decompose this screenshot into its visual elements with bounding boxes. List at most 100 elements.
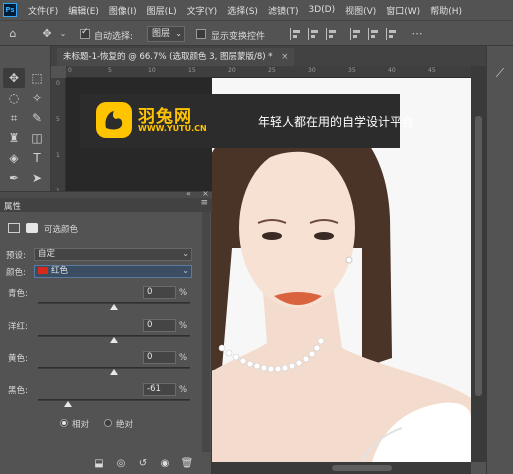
auto-select-checkbox[interactable] bbox=[80, 27, 90, 39]
menu-edit[interactable]: 编辑(E) bbox=[63, 4, 104, 17]
panel-scrollbar[interactable] bbox=[202, 212, 210, 452]
chevron-down-icon: ⌄ bbox=[175, 29, 182, 38]
ruler-tick: 45 bbox=[428, 67, 436, 74]
align-left-icon[interactable] bbox=[290, 28, 302, 40]
menu-filter[interactable]: 滤镜(T) bbox=[263, 4, 304, 17]
auto-select-label: 自动选择: bbox=[94, 32, 134, 42]
move-tool-icon[interactable]: ✥ bbox=[40, 27, 54, 41]
photoshop-logo[interactable]: Ps bbox=[3, 3, 17, 17]
menu-window[interactable]: 窗口(W) bbox=[381, 4, 425, 17]
relative-radio[interactable] bbox=[60, 419, 68, 427]
auto-select-dropdown[interactable]: 图层 ⌄ bbox=[147, 26, 185, 42]
cyan-unit: % bbox=[179, 288, 188, 298]
ruler-tick: 20 bbox=[228, 67, 236, 74]
scrollbar-thumb[interactable] bbox=[475, 116, 482, 396]
yellow-slider-handle[interactable] bbox=[110, 369, 118, 375]
align-right-icon[interactable] bbox=[326, 28, 338, 40]
view-previous-icon[interactable]: ◎ bbox=[114, 457, 128, 471]
reset-icon[interactable]: ↺ bbox=[136, 457, 150, 471]
align-top-icon[interactable] bbox=[350, 28, 362, 40]
trash-icon[interactable]: 🗑 bbox=[180, 457, 194, 471]
type-tool-icon[interactable]: T bbox=[26, 148, 48, 168]
absolute-radio[interactable] bbox=[104, 419, 112, 427]
panel-title: 属性 bbox=[4, 202, 22, 212]
bucket-tool-icon[interactable]: ◈ bbox=[3, 148, 25, 168]
marquee-tool-icon[interactable]: ⬚ bbox=[26, 68, 48, 88]
move-tool-icon[interactable]: ✥ bbox=[3, 68, 25, 88]
pen-tool-icon[interactable]: ✒ bbox=[3, 168, 25, 188]
menu-view[interactable]: 视图(V) bbox=[340, 4, 381, 17]
ruler-tick: 5 bbox=[56, 116, 60, 123]
panel-header: 属性 ≡ bbox=[0, 198, 212, 212]
preset-value: 自定 bbox=[38, 249, 56, 259]
magic-wand-icon[interactable]: ✧ bbox=[26, 88, 48, 108]
ruler-tick: 30 bbox=[308, 67, 316, 74]
menu-3d[interactable]: 3D(D) bbox=[303, 5, 340, 15]
document-tab-title: 未标题-1-恢复的 @ 66.7% (选取颜色 3, 图层蒙版/8) * bbox=[63, 52, 273, 62]
menu-type[interactable]: 文字(Y) bbox=[182, 4, 223, 17]
brush-tool-icon[interactable]: ✎ bbox=[26, 108, 48, 128]
ruler-tick: 15 bbox=[188, 67, 196, 74]
ruler-tick: 35 bbox=[348, 67, 356, 74]
menu-select[interactable]: 选择(S) bbox=[222, 4, 263, 17]
document-tab-bar: 未标题-1-恢复的 @ 66.7% (选取颜色 3, 图层蒙版/8) * × bbox=[51, 46, 486, 66]
magenta-slider-handle[interactable] bbox=[110, 337, 118, 343]
menu-file[interactable]: 文件(F) bbox=[23, 4, 63, 17]
document-tab[interactable]: 未标题-1-恢复的 @ 66.7% (选取颜色 3, 图层蒙版/8) * × bbox=[57, 48, 295, 66]
black-slider-track[interactable] bbox=[38, 399, 190, 401]
close-icon[interactable]: × bbox=[202, 189, 209, 198]
clip-to-layer-icon[interactable]: ⬓ bbox=[92, 457, 106, 471]
close-icon[interactable]: × bbox=[281, 52, 288, 62]
absolute-label: 绝对 bbox=[116, 420, 134, 430]
preset-dropdown[interactable]: 自定 ⌄ bbox=[34, 248, 192, 261]
path-select-icon[interactable]: ➤ bbox=[26, 168, 48, 188]
collapse-icon[interactable]: « bbox=[186, 189, 191, 198]
black-slider-handle[interactable] bbox=[63, 401, 72, 407]
colors-value: 红色 bbox=[51, 266, 69, 276]
tools-panel: ✥ ⬚ ◌ ✧ ⌗ ✎ ♜ ◫ ◈ T ✒ ➤ bbox=[0, 46, 51, 191]
chevron-down-icon: ⌄ bbox=[182, 249, 189, 258]
show-transform-checkbox[interactable] bbox=[196, 29, 206, 39]
adjustment-name: 可选颜色 bbox=[44, 225, 79, 235]
properties-panel: « × 属性 ≡ 可选颜色 预设: 自定 ⌄ 颜色: 红色 ⌄ 青色: 0 % … bbox=[0, 189, 212, 474]
align-middle-icon[interactable] bbox=[368, 28, 380, 40]
black-unit: % bbox=[179, 385, 188, 395]
yutu-banner: 羽兔网 WWW.YUTU.CN 年轻人都在用的自学设计平台 bbox=[80, 94, 414, 148]
ruler-tick: 0 bbox=[56, 80, 60, 87]
crop-tool-icon[interactable]: ⌗ bbox=[3, 108, 25, 128]
yellow-unit: % bbox=[179, 353, 188, 363]
relative-label: 相对 bbox=[72, 420, 90, 430]
panel-menu-icon[interactable]: ≡ bbox=[200, 198, 208, 208]
horizontal-scrollbar[interactable] bbox=[212, 462, 471, 474]
cyan-label: 青色: bbox=[8, 289, 28, 299]
chevron-down-icon[interactable]: ⌄ bbox=[56, 27, 70, 41]
scrollbar-thumb[interactable] bbox=[332, 465, 392, 471]
menu-bar: Ps 文件(F) 编辑(E) 图像(I) 图层(L) 文字(Y) 选择(S) 滤… bbox=[0, 0, 513, 20]
vertical-scrollbar[interactable] bbox=[471, 66, 486, 462]
magenta-input[interactable]: 0 bbox=[143, 319, 176, 332]
show-transform-label: 显示变换控件 bbox=[211, 32, 266, 42]
menu-layer[interactable]: 图层(L) bbox=[142, 4, 182, 17]
more-options-icon[interactable]: ⋯ bbox=[410, 27, 424, 41]
visibility-eye-icon[interactable]: ◉ bbox=[158, 457, 172, 471]
cyan-slider-handle[interactable] bbox=[110, 304, 118, 310]
mask-icon[interactable] bbox=[26, 223, 38, 233]
yellow-label: 黄色: bbox=[8, 354, 28, 364]
menu-image[interactable]: 图像(I) bbox=[104, 4, 142, 17]
black-input[interactable]: -61 bbox=[143, 383, 176, 396]
colors-label: 颜色: bbox=[6, 268, 26, 278]
align-center-icon[interactable] bbox=[308, 28, 320, 40]
color-swatch bbox=[38, 267, 48, 274]
align-bottom-icon[interactable] bbox=[386, 28, 398, 40]
brand-slogan: 年轻人都在用的自学设计平台 bbox=[258, 115, 415, 129]
ruler-tick: 40 bbox=[388, 67, 396, 74]
chart-icon[interactable]: ⟋ bbox=[493, 66, 507, 80]
lasso-tool-icon[interactable]: ◌ bbox=[3, 88, 25, 108]
home-icon[interactable]: ⌂ bbox=[6, 27, 20, 41]
eraser-tool-icon[interactable]: ◫ bbox=[26, 128, 48, 148]
cyan-input[interactable]: 0 bbox=[143, 286, 176, 299]
yellow-input[interactable]: 0 bbox=[143, 351, 176, 364]
colors-dropdown[interactable]: 红色 ⌄ bbox=[34, 265, 192, 278]
stamp-tool-icon[interactable]: ♜ bbox=[3, 128, 25, 148]
menu-help[interactable]: 帮助(H) bbox=[425, 4, 467, 17]
